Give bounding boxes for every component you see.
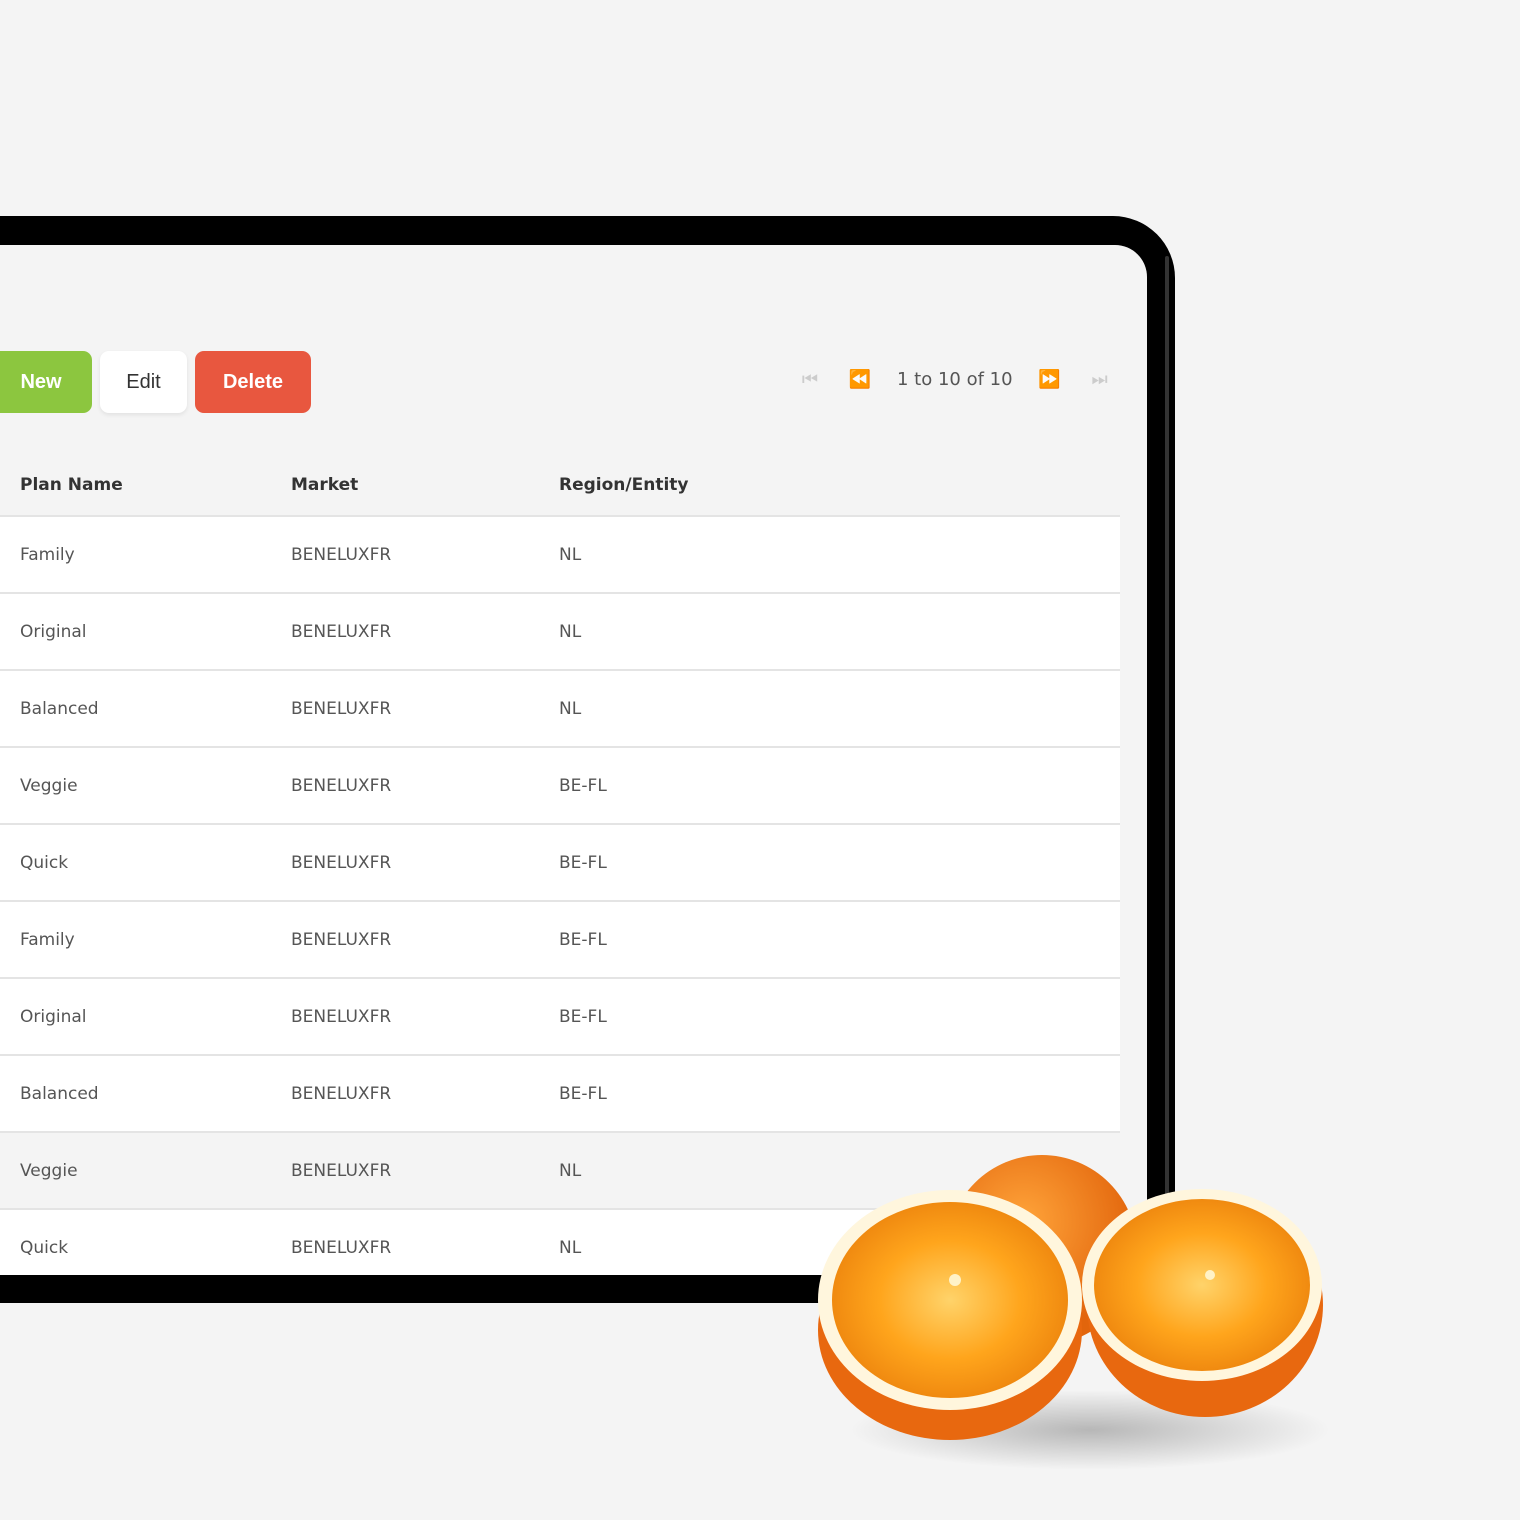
first-page-icon[interactable]: ⏮: [795, 369, 825, 390]
cell-plan-name: Family: [20, 544, 75, 565]
cell-region: NL: [559, 621, 582, 642]
oranges-image: [818, 1155, 1330, 1470]
cell-market: BENELUXFR: [291, 852, 392, 873]
cell-region: NL: [559, 1160, 582, 1181]
column-header-region[interactable]: Region/Entity: [559, 475, 688, 495]
cell-region: BE-FL: [559, 929, 607, 950]
cell-plan-name: Veggie: [20, 775, 78, 796]
cell-market: BENELUXFR: [291, 698, 392, 719]
delete-button[interactable]: Delete: [195, 351, 311, 413]
cell-market: BENELUXFR: [291, 929, 392, 950]
column-header-market[interactable]: Market: [291, 475, 358, 495]
table-row[interactable]: Quick BENELUXFR BE-FL: [0, 825, 1120, 902]
cell-plan-name: Balanced: [20, 698, 99, 719]
cell-market: BENELUXFR: [291, 1160, 392, 1181]
table-row[interactable]: Family BENELUXFR BE-FL: [0, 902, 1120, 979]
cell-market: BENELUXFR: [291, 775, 392, 796]
next-page-icon[interactable]: ⏩: [1035, 369, 1065, 390]
cell-region: NL: [559, 698, 582, 719]
cell-plan-name: Family: [20, 929, 75, 950]
tablet-edge: [1165, 256, 1169, 1293]
table-row[interactable]: Original BENELUXFR NL: [0, 594, 1120, 671]
cell-plan-name: Original: [20, 1006, 87, 1027]
edit-button[interactable]: Edit: [100, 351, 187, 413]
cell-plan-name: Quick: [20, 852, 69, 873]
previous-page-icon[interactable]: ⏪: [845, 369, 875, 390]
table-row[interactable]: Balanced BENELUXFR NL: [0, 671, 1120, 748]
pagination: ⏮ ⏪ 1 to 10 of 10 ⏩ ⏭: [795, 363, 1125, 395]
cell-market: BENELUXFR: [291, 1006, 392, 1027]
cell-region: BE-FL: [559, 1083, 607, 1104]
table-row[interactable]: Balanced BENELUXFR BE-FL: [0, 1056, 1120, 1133]
last-page-icon[interactable]: ⏭: [1085, 369, 1115, 390]
cell-plan-name: Original: [20, 621, 87, 642]
table-row[interactable]: Veggie BENELUXFR BE-FL: [0, 748, 1120, 825]
cell-region: NL: [559, 1237, 582, 1258]
cell-plan-name: Balanced: [20, 1083, 99, 1104]
cell-region: BE-FL: [559, 1006, 607, 1027]
column-header-plan-name[interactable]: Plan Name: [20, 475, 123, 495]
table-row[interactable]: Original BENELUXFR BE-FL: [0, 979, 1120, 1056]
cell-region: BE-FL: [559, 775, 607, 796]
table-row[interactable]: Family BENELUXFR NL: [0, 517, 1120, 594]
new-button[interactable]: New: [0, 351, 92, 413]
cell-plan-name: Quick: [20, 1237, 69, 1258]
cell-plan-name: Veggie: [20, 1160, 78, 1181]
cell-market: BENELUXFR: [291, 1083, 392, 1104]
cell-market: BENELUXFR: [291, 1237, 392, 1258]
table-header: Plan Name Market Region/Entity: [0, 455, 1120, 517]
page-range-text: 1 to 10 of 10: [897, 368, 1013, 390]
cell-region: BE-FL: [559, 852, 607, 873]
cell-market: BENELUXFR: [291, 544, 392, 565]
cell-market: BENELUXFR: [291, 621, 392, 642]
cell-region: NL: [559, 544, 582, 565]
tablet-screen: New Edit Delete ⏮ ⏪ 1 to 10 of 10 ⏩ ⏭ Pl…: [0, 245, 1147, 1275]
